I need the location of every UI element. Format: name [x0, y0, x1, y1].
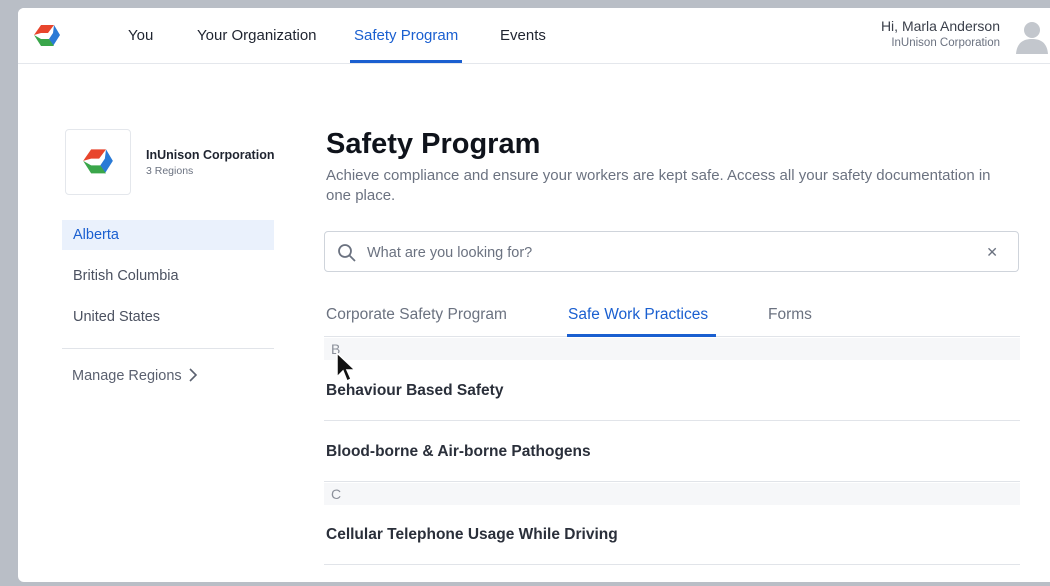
- top-navigation-bar: You Your Organization Safety Program Eve…: [18, 8, 1050, 64]
- nav-item-safety-program[interactable]: Safety Program: [354, 8, 458, 63]
- organization-logo-card: [65, 129, 131, 195]
- organization-name: InUnison Corporation: [146, 148, 275, 162]
- app-window: You Your Organization Safety Program Eve…: [18, 8, 1050, 582]
- tab-corporate-safety-program[interactable]: Corporate Safety Program: [326, 306, 507, 324]
- region-item-alberta[interactable]: Alberta: [62, 220, 274, 250]
- tab-forms[interactable]: Forms: [768, 306, 812, 324]
- list-item-behaviour-based-safety[interactable]: Behaviour Based Safety: [324, 361, 1020, 421]
- inunison-logo-icon[interactable]: [32, 22, 62, 50]
- region-item-british-columbia[interactable]: British Columbia: [62, 261, 274, 291]
- list-item-label: Cellular Telephone Usage While Driving: [326, 526, 618, 543]
- user-avatar-icon[interactable]: [1014, 18, 1050, 54]
- section-letter-b: B: [324, 338, 1020, 360]
- nav-item-events[interactable]: Events: [500, 8, 546, 63]
- list-item-blood-borne-air-borne-pathogens[interactable]: Blood-borne & Air-borne Pathogens: [324, 422, 1020, 482]
- nav-item-you[interactable]: You: [128, 8, 153, 63]
- nav-item-your-organization[interactable]: Your Organization: [197, 8, 317, 63]
- organization-region-count: 3 Regions: [146, 165, 194, 177]
- list-item-label: Behaviour Based Safety: [326, 382, 504, 399]
- tab-safe-work-practices[interactable]: Safe Work Practices: [568, 306, 708, 324]
- list-item-cellular-telephone-usage-while-driving[interactable]: Cellular Telephone Usage While Driving: [324, 505, 1020, 565]
- page-description: Achieve compliance and ensure your worke…: [326, 167, 991, 204]
- user-menu[interactable]: Hi, Marla Anderson InUnison Corporation: [881, 18, 1000, 49]
- inunison-logo-icon: [83, 149, 113, 174]
- search-icon: [338, 244, 356, 262]
- user-greeting: Hi, Marla Anderson: [880, 18, 1000, 34]
- tab-active-indicator: [567, 334, 716, 337]
- user-organization: InUnison Corporation: [891, 37, 1000, 49]
- section-letter-c: C: [324, 483, 1020, 505]
- sidebar-divider: [62, 348, 274, 349]
- search-input[interactable]: [365, 240, 969, 266]
- page-title: Safety Program: [326, 128, 541, 160]
- manage-regions-link[interactable]: Manage Regions: [72, 368, 198, 384]
- nav-active-indicator: [350, 60, 462, 63]
- manage-regions-label: Manage Regions: [72, 368, 182, 384]
- mouse-pointer-icon: [336, 352, 357, 383]
- clear-search-icon[interactable]: ✕: [986, 244, 998, 261]
- search-box[interactable]: ✕: [324, 231, 1019, 272]
- region-item-united-states[interactable]: United States: [62, 302, 274, 332]
- chevron-right-icon: [189, 368, 197, 382]
- list-item-label: Blood-borne & Air-borne Pathogens: [326, 443, 591, 460]
